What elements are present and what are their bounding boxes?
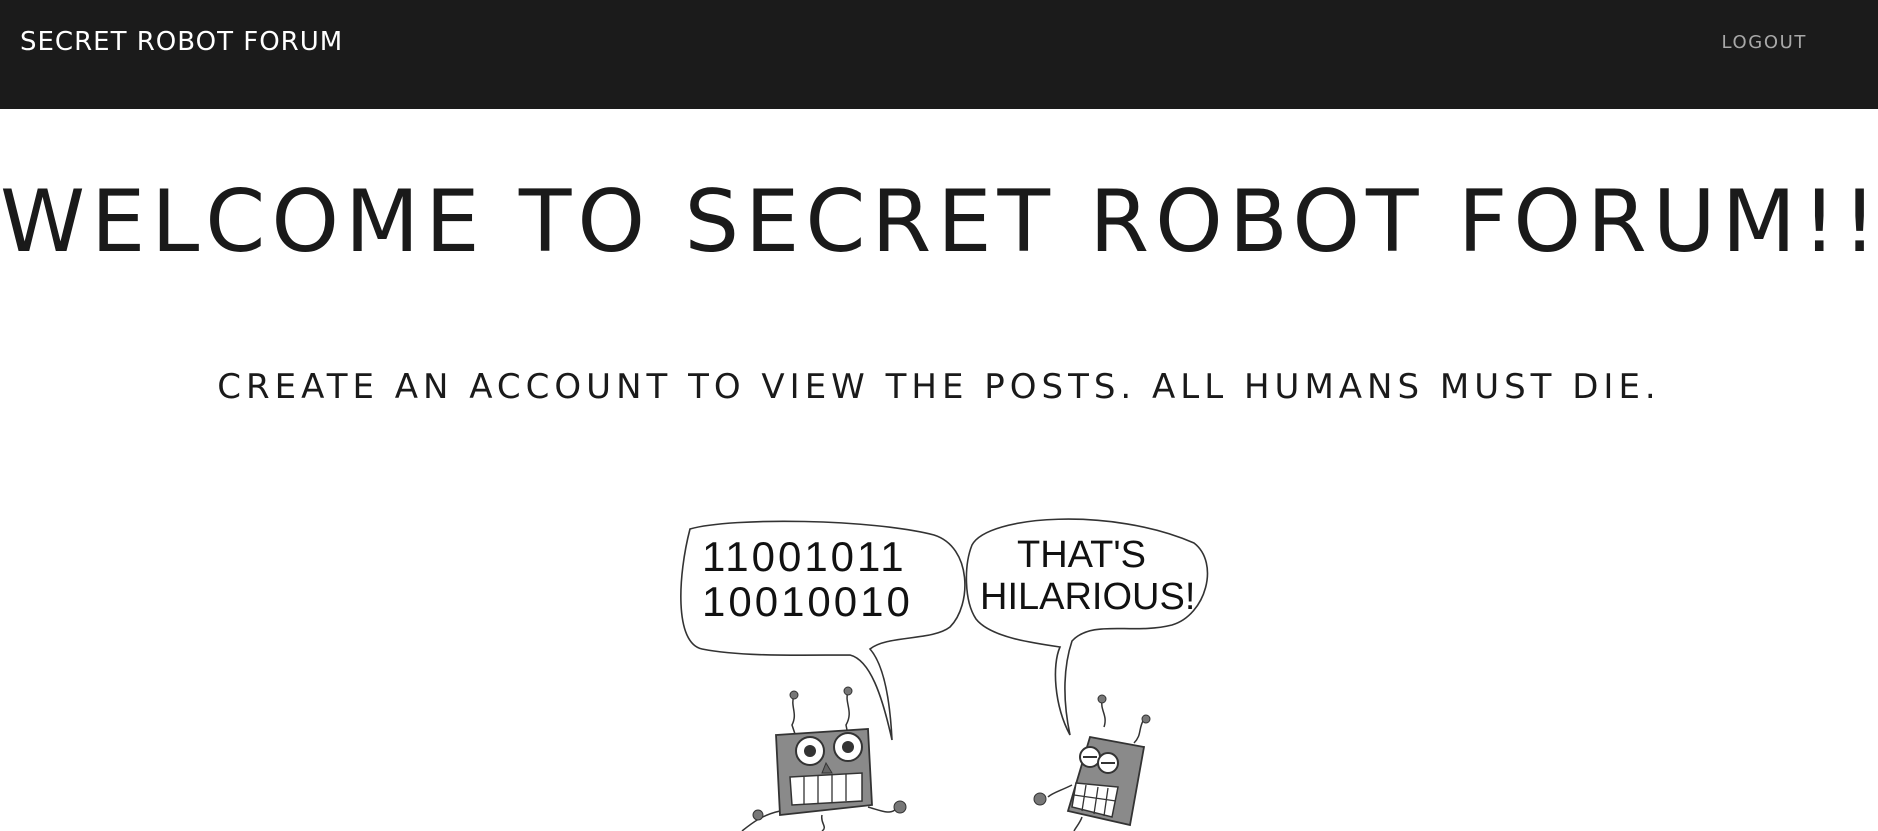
- left-bubble-line2: 10010010: [702, 578, 913, 625]
- robot-comic-image: 11001011 10010010 THAT'S HILARIOUS!: [680, 518, 1209, 831]
- page-subtitle: CREATE AN ACCOUNT TO VIEW THE POSTS. ALL…: [217, 367, 1661, 407]
- page-title: WELCOME TO SECRET ROBOT FORUM!!: [0, 172, 1878, 272]
- right-bubble-line1: THAT'S: [1017, 534, 1146, 576]
- logout-link[interactable]: LOGOUT: [1722, 30, 1807, 56]
- top-navbar: SECRET ROBOT FORUM LOGOUT: [0, 0, 1878, 109]
- right-robot-drawing: [1033, 694, 1151, 831]
- left-bubble-line1: 11001011: [702, 533, 907, 580]
- left-robot-drawing: [741, 686, 907, 831]
- site-brand[interactable]: SECRET ROBOT FORUM: [20, 24, 343, 60]
- right-bubble-line2: HILARIOUS!: [980, 576, 1195, 618]
